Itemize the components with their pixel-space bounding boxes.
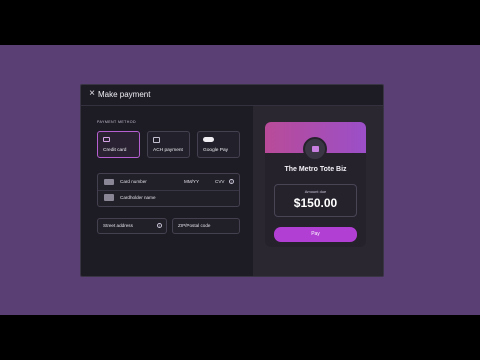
cardholder-row[interactable]: Cardholder name xyxy=(98,190,239,206)
card-number-input[interactable]: Card number xyxy=(120,179,147,185)
payment-summary-pane: The Metro Tote Biz Amount due $150.00 Pa… xyxy=(253,106,383,276)
zip-code-field[interactable]: ZIP/Postal code xyxy=(172,218,240,234)
modal-header: × Make payment xyxy=(81,85,383,106)
credit-card-icon xyxy=(103,137,110,142)
method-google-pay[interactable]: Google Pay xyxy=(197,131,240,158)
amount-due-label: Amount due xyxy=(304,189,327,194)
card-number-row[interactable]: Card number MM/YY CVV i xyxy=(98,174,239,191)
google-pay-icon xyxy=(203,137,214,142)
expiry-input[interactable]: MM/YY xyxy=(184,179,199,185)
method-label: Credit card xyxy=(103,148,127,153)
page-background: × Make payment PAYMENT METHOD Credit car… xyxy=(0,45,480,315)
method-label: ACH payment xyxy=(153,148,183,153)
payment-modal: × Make payment PAYMENT METHOD Credit car… xyxy=(80,84,384,277)
merchant-name: The Metro Tote Biz xyxy=(284,166,347,173)
street-address-input[interactable]: Street address xyxy=(103,223,133,229)
method-credit-card[interactable]: Credit card xyxy=(97,131,140,158)
method-label: Google Pay xyxy=(203,148,229,153)
info-icon[interactable]: i xyxy=(157,223,162,228)
merchant-avatar xyxy=(303,137,327,161)
amount-due-box: Amount due $150.00 xyxy=(274,184,357,217)
cvv-input[interactable]: CVV xyxy=(215,179,224,185)
payment-method-label: PAYMENT METHOD xyxy=(97,120,136,124)
card-details-group: Card number MM/YY CVV i Cardholder name xyxy=(97,173,240,207)
cardholder-name-input[interactable]: Cardholder name xyxy=(120,195,156,201)
zip-code-input[interactable]: ZIP/Postal code xyxy=(178,223,210,229)
card-icon xyxy=(104,179,114,185)
shopping-bag-icon xyxy=(312,146,319,152)
pay-button[interactable]: Pay xyxy=(274,227,357,242)
close-icon[interactable]: × xyxy=(87,89,97,99)
street-address-field[interactable]: Street address i xyxy=(97,218,167,234)
bank-icon xyxy=(153,137,160,143)
modal-title: Make payment xyxy=(98,90,151,99)
merchant-card: The Metro Tote Biz Amount due $150.00 Pa… xyxy=(265,122,366,247)
info-icon[interactable]: i xyxy=(229,179,234,184)
payment-form: PAYMENT METHOD Credit card ACH payment G… xyxy=(81,106,253,276)
amount-due-value: $150.00 xyxy=(293,196,338,210)
person-icon xyxy=(104,194,114,201)
method-ach-payment[interactable]: ACH payment xyxy=(147,131,190,158)
